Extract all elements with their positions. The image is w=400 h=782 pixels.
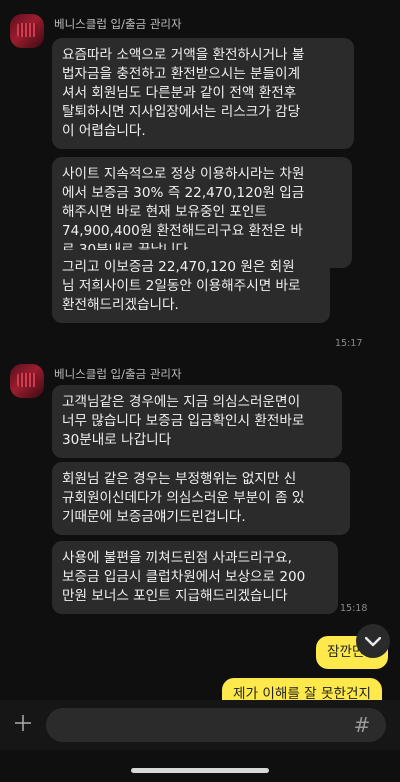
my-message-bubble[interactable]: 제가 이해를 잘 못한건지 bbox=[222, 678, 383, 700]
sender-name: 베니스클럽 입/출금 관리자 bbox=[54, 17, 182, 31]
chevron-down-icon bbox=[364, 632, 382, 651]
message-bubble[interactable]: 그리고 이보증금 22,470,120 원은 회원 님 저희사이트 2일동안 이… bbox=[52, 250, 330, 323]
message-input[interactable]: # bbox=[46, 708, 386, 742]
chat-area: 베니스클럽 입/출금 관리자 요즘따라 소액으로 거액을 환전하시거나 불 법자… bbox=[0, 0, 400, 700]
sender-name: 베니스클럽 입/출금 관리자 bbox=[54, 367, 182, 381]
message-bubble[interactable]: 사용에 불편을 끼쳐드린점 사과드리구요, 보증금 입금시 클럽차원에서 보상으… bbox=[52, 541, 338, 614]
sender-avatar[interactable] bbox=[10, 14, 44, 48]
message-input-bar: # bbox=[0, 700, 400, 750]
plus-icon bbox=[14, 714, 32, 736]
hash-icon[interactable]: # bbox=[348, 711, 376, 739]
message-bubble[interactable]: 회원님 같은 경우는 부정행위는 없지만 신 규회원이신데다가 의심스러운 부분… bbox=[52, 462, 350, 535]
message-timestamp: 15:17 bbox=[335, 338, 363, 349]
scroll-down-button[interactable] bbox=[356, 624, 390, 658]
home-indicator bbox=[131, 768, 269, 773]
attach-button[interactable] bbox=[10, 712, 36, 738]
message-timestamp: 15:18 bbox=[340, 603, 368, 614]
sender-avatar[interactable] bbox=[10, 364, 44, 398]
message-bubble[interactable]: 요즘따라 소액으로 거액을 환전하시거나 불 법자금을 충전하고 환전받으시는 … bbox=[52, 38, 354, 149]
message-bubble[interactable]: 고객님같은 경우에는 지금 의심스러운면이 너무 많습니다 보증금 입금확인시 … bbox=[52, 385, 342, 458]
